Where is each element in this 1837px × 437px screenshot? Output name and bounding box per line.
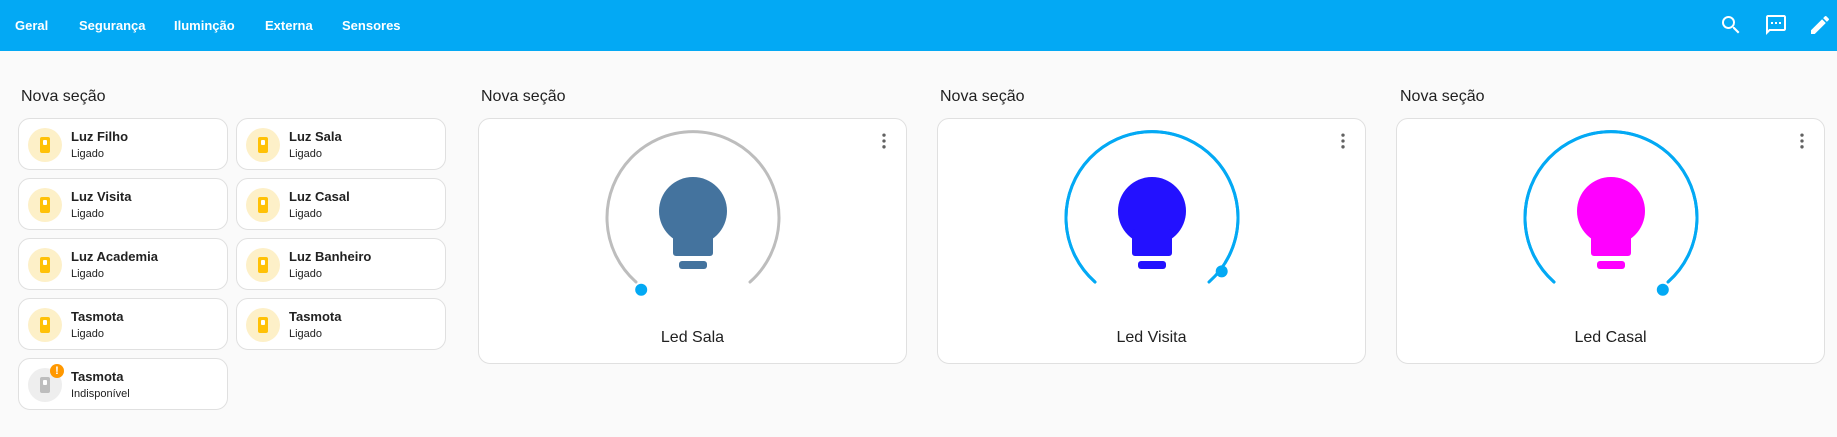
entity-tile[interactable]: Luz Academia Ligado bbox=[18, 238, 228, 290]
light-name: Led Casal bbox=[1574, 329, 1647, 346]
light-bulb-icon bbox=[1577, 177, 1645, 269]
more-options-icon[interactable] bbox=[1792, 131, 1812, 151]
section-title: Nova seção bbox=[481, 88, 566, 105]
tile-state: Ligado bbox=[71, 328, 105, 340]
light-name: Led Visita bbox=[1116, 329, 1187, 346]
tile-state: Ligado bbox=[289, 268, 323, 280]
tile-state: Ligado bbox=[289, 148, 323, 160]
tile-name: Luz Sala bbox=[289, 129, 342, 144]
light-card[interactable]: Led Visita bbox=[937, 118, 1366, 364]
light-switch-icon[interactable] bbox=[246, 188, 280, 222]
edit-pencil-icon[interactable] bbox=[1808, 13, 1832, 37]
search-icon[interactable] bbox=[1719, 13, 1743, 37]
tile-state: Indisponível bbox=[71, 388, 130, 400]
chat-icon[interactable] bbox=[1764, 13, 1788, 37]
brightness-dial[interactable] bbox=[601, 130, 785, 296]
light-switch-icon[interactable] bbox=[28, 188, 62, 222]
light-bulb-icon bbox=[659, 177, 727, 269]
tab-geral[interactable]: Geral bbox=[15, 18, 48, 33]
entity-tile[interactable]: Luz Banheiro Ligado bbox=[236, 238, 446, 290]
brightness-handle bbox=[635, 283, 648, 296]
light-name: Led Sala bbox=[660, 329, 725, 346]
tile-name: Tasmota bbox=[289, 309, 342, 324]
section-title: Nova seção bbox=[940, 88, 1025, 105]
section-title: Nova seção bbox=[21, 88, 106, 105]
tab-seguranca[interactable]: Segurança bbox=[79, 18, 145, 33]
tile-name: Luz Filho bbox=[71, 129, 129, 144]
entity-tile[interactable]: Luz Visita Ligado bbox=[18, 178, 228, 230]
tile-name: Tasmota bbox=[71, 369, 124, 384]
light-switch-icon[interactable] bbox=[28, 248, 62, 282]
tab-externa[interactable]: Externa bbox=[265, 18, 313, 33]
brightness-dial[interactable] bbox=[1519, 130, 1703, 296]
entity-tile[interactable]: Luz Casal Ligado bbox=[236, 178, 446, 230]
light-switch-icon[interactable] bbox=[246, 248, 280, 282]
entity-tile[interactable]: Luz Filho Ligado bbox=[18, 118, 228, 170]
tile-name: Luz Casal bbox=[289, 189, 350, 204]
light-card[interactable]: Led Sala bbox=[478, 118, 907, 364]
tile-state: Ligado bbox=[71, 268, 105, 280]
tab-sensores[interactable]: Sensores bbox=[342, 18, 401, 33]
light-card[interactable]: Led Casal bbox=[1396, 118, 1825, 364]
brightness-handle bbox=[1656, 283, 1669, 296]
tile-state: Ligado bbox=[71, 208, 105, 220]
entity-tile[interactable]: Tasmota Ligado bbox=[236, 298, 446, 350]
section-title: Nova seção bbox=[1400, 88, 1485, 105]
warning-badge-icon: ! bbox=[50, 364, 64, 378]
tile-state: Ligado bbox=[71, 148, 105, 160]
light-switch-icon[interactable] bbox=[246, 308, 280, 342]
light-switch-icon[interactable] bbox=[28, 308, 62, 342]
tile-name: Tasmota bbox=[71, 309, 124, 324]
light-switch-icon[interactable] bbox=[246, 128, 280, 162]
entity-tile[interactable]: Luz Sala Ligado bbox=[236, 118, 446, 170]
more-options-icon[interactable] bbox=[874, 131, 894, 151]
tile-name: Luz Academia bbox=[71, 249, 158, 264]
entity-tile-unavailable[interactable]: ! Tasmota Indisponível bbox=[18, 358, 228, 410]
tile-state: Ligado bbox=[289, 208, 323, 220]
tile-name: Luz Visita bbox=[71, 189, 132, 204]
more-options-icon[interactable] bbox=[1333, 131, 1353, 151]
brightness-dial[interactable] bbox=[1060, 130, 1244, 289]
entity-tile[interactable]: Tasmota Ligado bbox=[18, 298, 228, 350]
brightness-handle bbox=[1215, 265, 1228, 278]
light-switch-icon[interactable] bbox=[28, 128, 62, 162]
tile-name: Luz Banheiro bbox=[289, 249, 372, 264]
tab-iluminacao[interactable]: Iluminção bbox=[174, 18, 235, 33]
light-bulb-icon bbox=[1118, 177, 1186, 269]
tile-state: Ligado bbox=[289, 328, 323, 340]
top-app-bar: Geral Segurança Iluminção Externa Sensor… bbox=[0, 0, 1837, 51]
